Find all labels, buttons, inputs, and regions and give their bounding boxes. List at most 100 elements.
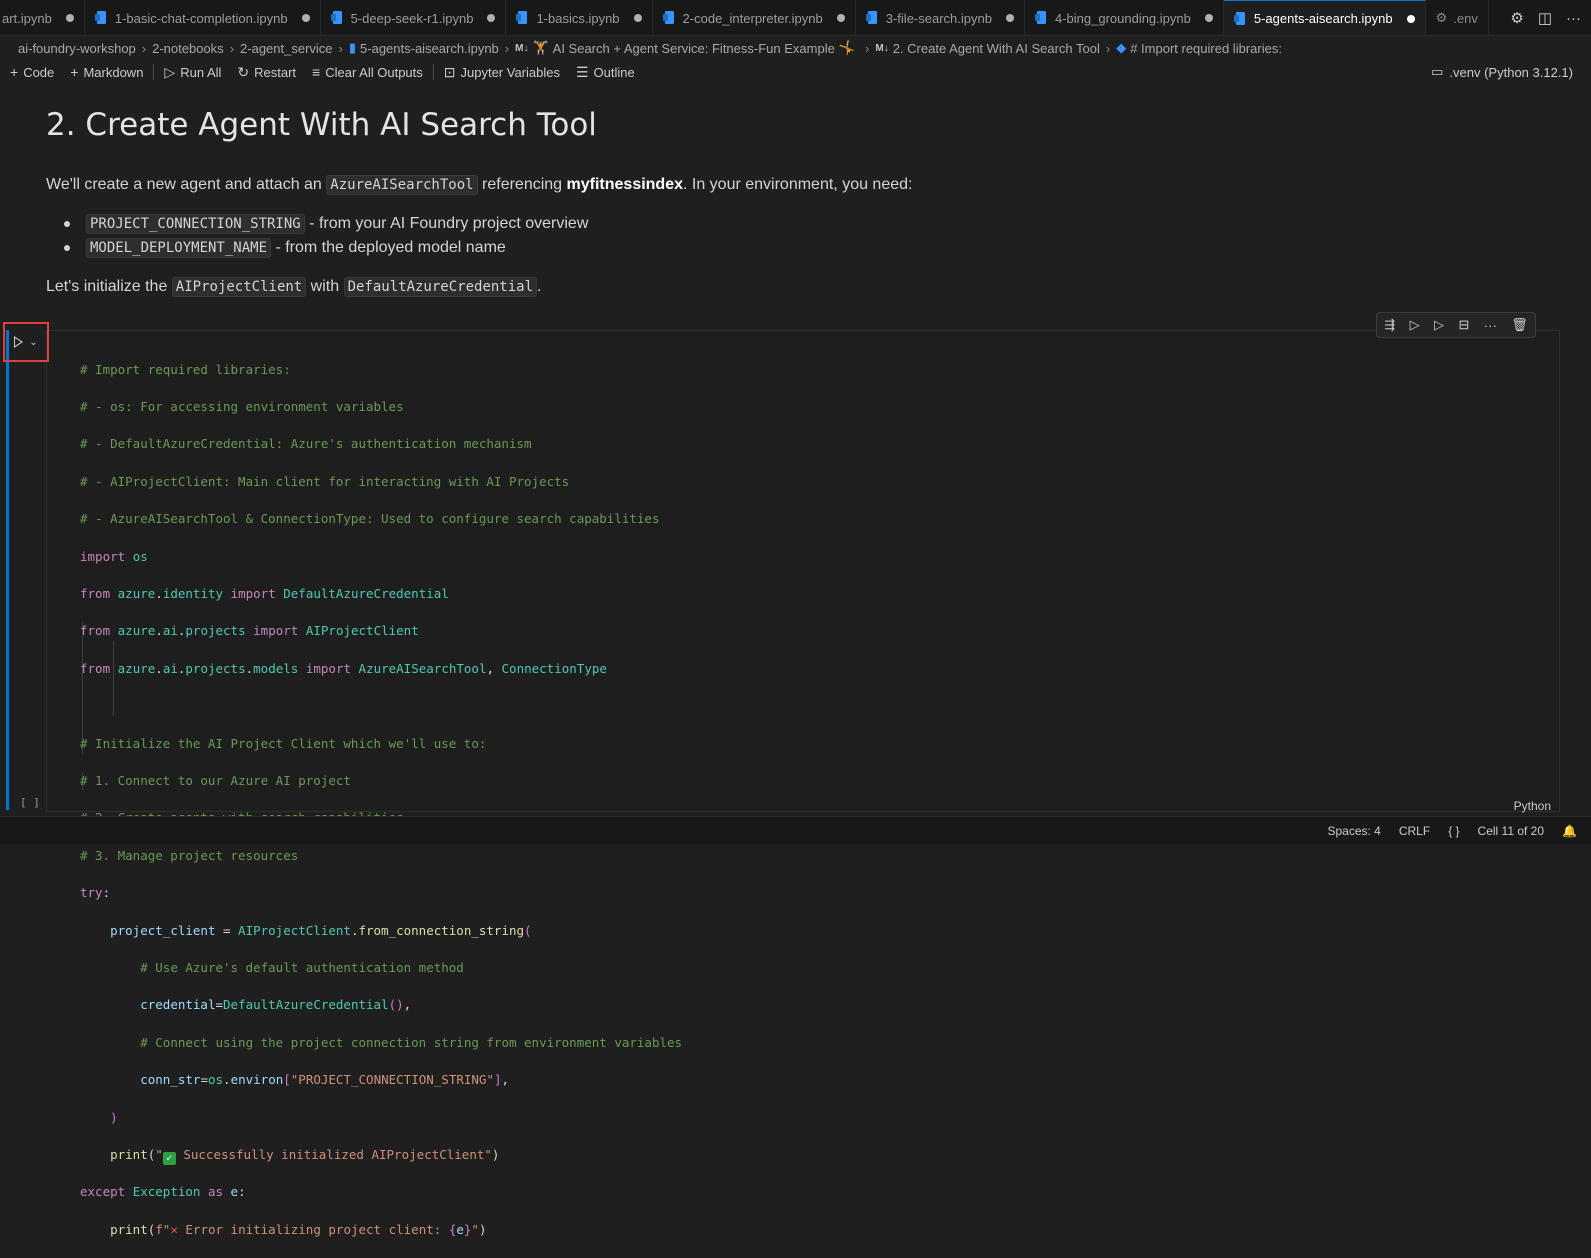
more-actions-icon[interactable]: ··· [1566,10,1581,27]
tab-label: .env [1453,10,1478,26]
editor-actions: ⚙ ◫ ··· [1500,0,1591,35]
chevron-right-icon: › [865,40,870,56]
unsaved-dot-icon[interactable] [65,14,74,22]
kernel-icon: ▭ [1431,64,1444,79]
notebook-file-icon [330,11,343,25]
code-comment: # 1. Connect to our Azure AI project [80,773,351,788]
breadcrumb-item[interactable]: # Import required libraries: [1130,41,1282,56]
restart-button[interactable]: ↻ Restart [237,64,296,81]
markdown-icon: M↓ [875,42,889,54]
markdown-paragraph: Let's initialize the AIProjectClient wit… [46,275,1526,299]
code-comment: # Connect using the project connection s… [140,1034,683,1050]
button-label: Markdown [83,64,144,80]
add-code-cell-button[interactable]: + Code [10,64,54,80]
tab-deep-seek[interactable]: 5-deep-seek-r1.ipynb [321,0,507,35]
chevron-right-icon: › [141,40,147,56]
add-markdown-cell-button[interactable]: + Markdown [70,64,143,80]
tab-label: 5-agents-aisearch.ipynb [1253,11,1393,26]
cell-language-label[interactable]: Python [1514,799,1551,813]
chevron-right-icon: › [504,40,510,56]
plus-icon: + [10,64,19,80]
button-label: Clear All Outputs [325,64,423,80]
cell-focus-indicator [6,330,9,810]
button-label: Run All [180,64,222,80]
clear-outputs-icon: ≡ [312,64,321,80]
execution-count: [ ] [20,796,40,809]
notifications-bell-icon[interactable]: 🔔 [1562,824,1577,838]
notebook-toolbar: + Code + Markdown ▷ Run All ↻ Restart ≡ Clear… [0,60,1591,84]
inline-code: PROJECT_CONNECTION_STRING [86,214,305,234]
run-all-icon: ▷ [164,63,176,80]
breadcrumb-item[interactable]: 2. Create Agent With AI Search Tool [893,41,1100,56]
tab-basics[interactable]: 1-basics.ipynb [506,0,653,35]
breadcrumb-item[interactable]: ai-foundry-workshop [18,41,136,56]
split-cell-icon[interactable]: ⊟ [1458,317,1469,333]
tab-label: 3-file-search.ipynb [885,10,992,26]
breadcrumb-item[interactable]: AI Search + Agent Service: Fitness-Fun E… [553,41,835,56]
toolbar-divider [432,64,434,80]
button-label: Code [23,64,55,80]
tab-label: 4-bing_grounding.ipynb [1054,10,1191,26]
more-actions-icon[interactable]: ··· [1484,318,1497,333]
python-icon: ◆ [1116,40,1127,55]
cell-position-status[interactable]: Cell 11 of 20 [1478,824,1545,838]
button-label: Outline [593,64,635,80]
tab-label: 5-deep-seek-r1.ipynb [350,10,474,26]
outline-icon: ☰ [575,63,589,80]
tab-basic-chat-completion[interactable]: 1-basic-chat-completion.ipynb [85,0,321,35]
chevron-down-icon[interactable]: ⌄ [29,337,37,348]
outline-button[interactable]: ☰ Outline [576,64,635,81]
unsaved-dot-icon[interactable] [487,14,496,22]
line-ending-status[interactable]: CRLF [1399,824,1430,838]
kernel-label: .venv (Python 3.12.1) [1449,64,1573,80]
tab-code-interpreter[interactable]: 2-code_interpreter.ipynb [653,0,856,35]
breadcrumb-item[interactable]: 2-notebooks [152,41,224,56]
play-icon [14,336,24,348]
requirements-list: PROJECT_CONNECTION_STRING - from your AI… [64,212,1526,260]
split-editor-icon[interactable]: ◫ [1538,9,1552,27]
run-cell-button[interactable]: ⌄ [3,322,49,362]
unsaved-dot-icon[interactable] [633,14,642,22]
weightlifter-emoji-icon: 🏋 [532,40,549,55]
notebook-file-icon [516,11,528,25]
code-content[interactable]: # Import required libraries: # - os: For… [80,342,682,1258]
tab-agents-aisearch[interactable]: 5-agents-aisearch.ipynb [1223,0,1426,35]
notebook-file-icon [1034,11,1047,25]
unsaved-dot-icon[interactable] [1005,14,1014,22]
unsaved-dot-icon[interactable] [1406,14,1415,23]
notebook-file-icon: ▮ [348,40,357,55]
unsaved-dot-icon[interactable] [301,14,310,22]
jupyter-variables-button[interactable]: ⊡ Jupyter Variables [444,64,560,81]
code-comment: # - AzureAISearchTool & ConnectionType: … [80,511,660,527]
cartwheel-emoji-icon: 🤸 [838,40,856,55]
text: - from your AI Foundry project overview [304,215,589,232]
breadcrumb-item[interactable]: 2-agent_service [240,41,333,56]
settings-gear-icon[interactable]: ⚙ [1510,9,1523,27]
inline-code: MODEL_DEPLOYMENT_NAME [86,238,272,258]
text: . [537,278,542,295]
text: We'll create a new agent and attach an [46,176,327,193]
unsaved-dot-icon[interactable] [1204,14,1213,22]
cross-mark-icon: ✕ [170,1221,178,1237]
tab-bing-grounding[interactable]: 4-bing_grounding.ipynb [1025,0,1224,35]
tab-label: art.ipynb [2,10,52,26]
run-by-line-icon[interactable]: ⇶ [1384,317,1395,333]
delete-cell-icon[interactable]: 🗑 [1511,317,1528,333]
code-string: Successfully initialized AIProjectClient… [183,1146,492,1162]
kernel-picker[interactable]: ▭ .venv (Python 3.12.1) [1431,60,1573,84]
breadcrumb-item[interactable]: 5-agents-aisearch.ipynb [360,41,499,56]
indentation-status[interactable]: Spaces: 4 [1327,824,1380,838]
tab-file-search[interactable]: 3-file-search.ipynb [856,0,1025,35]
execute-above-icon[interactable]: ▷ [1410,317,1420,333]
text: referencing [477,176,567,193]
unsaved-dot-icon[interactable] [836,14,845,22]
clear-all-outputs-button[interactable]: ≡ Clear All Outputs [312,64,423,80]
markdown-cell[interactable]: 2. Create Agent With AI Search Tool We'l… [46,95,1526,299]
execute-below-icon[interactable]: ▷ [1434,317,1444,333]
chevron-right-icon: › [338,40,343,56]
run-all-button[interactable]: ▷ Run All [164,64,221,81]
tab-env[interactable]: ⚙ .env [1426,0,1489,35]
language-braces-status[interactable]: { } [1448,824,1459,838]
tab-art[interactable]: art.ipynb [0,0,85,35]
status-bar: Spaces: 4 CRLF { } Cell 11 of 20 🔔 [0,816,1591,844]
